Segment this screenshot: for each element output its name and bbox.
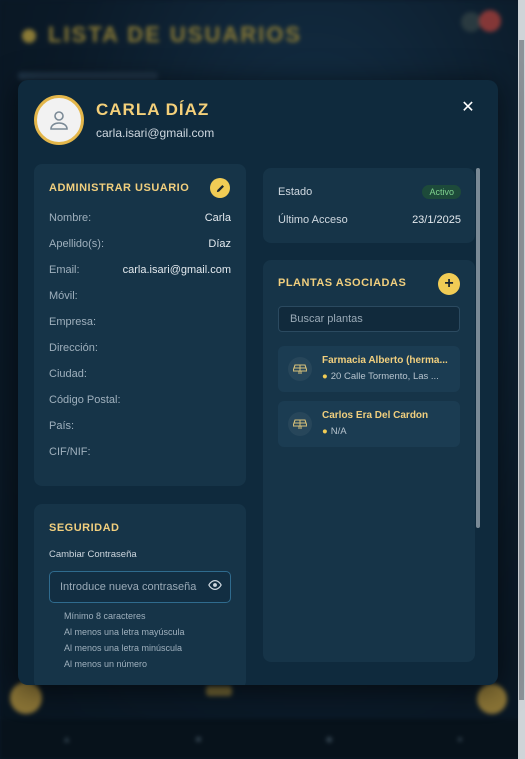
background-fab-left (10, 682, 42, 714)
page-scrollbar[interactable] (518, 0, 525, 759)
field-row-direccion: Dirección: (49, 342, 98, 354)
requirement-item: Al menos un número (64, 659, 148, 669)
plant-list-item[interactable]: Carlos Era Del Cardon ● N/A (278, 401, 460, 447)
field-row-empresa: Empresa: (49, 316, 97, 328)
background-fab-right (477, 684, 507, 714)
field-row-apellidos: Apellido(s): Díaz (49, 238, 231, 250)
field-row-pais: País: (49, 420, 75, 432)
nav-users-icon: ◆ (325, 733, 333, 744)
avatar (34, 95, 84, 145)
plant-address: ● 20 Calle Tormento, Las ... (322, 371, 439, 382)
background-pagination (206, 686, 232, 696)
status-card: Estado Activo Último Acceso 23/1/2025 (263, 168, 475, 243)
admin-title: ADMINISTRAR USUARIO (49, 182, 190, 194)
nav-notifications-icon: ■ (195, 734, 202, 744)
solar-panel-icon (288, 357, 312, 381)
requirement-item: Al menos una letra minúscula (64, 643, 183, 653)
background-title: LISTA DE USUARIOS (22, 22, 302, 48)
plants-title: PLANTAS ASOCIADAS (278, 277, 407, 289)
location-pin-icon: ● (322, 371, 328, 382)
close-button[interactable]: ✕ (458, 98, 478, 118)
plants-card: PLANTAS ASOCIADAS + Farmacia Alberto (he… (263, 260, 475, 662)
eye-icon[interactable] (208, 578, 222, 597)
field-row-email: Email: carla.isari@gmail.com (49, 264, 231, 276)
plant-list-item[interactable]: Farmacia Alberto (herma... ● 20 Calle Tor… (278, 346, 460, 392)
solar-panel-icon (288, 412, 312, 436)
security-card: SEGURIDAD Cambiar Contraseña Mínimo 8 ca… (34, 504, 246, 685)
user-icon (50, 111, 68, 130)
language-flag-icon (479, 10, 501, 32)
pencil-icon (216, 184, 224, 192)
background-subtitle (18, 72, 158, 80)
last-access-value: 23/1/2025 (412, 214, 461, 226)
close-icon: ✕ (461, 99, 475, 116)
field-row-movil: Móvil: (49, 290, 78, 302)
plant-search-input[interactable] (288, 312, 450, 326)
edit-user-button[interactable] (210, 178, 230, 198)
plus-icon: + (444, 275, 454, 292)
background-bottom-nav: ▲ ■ ◆ ● (0, 719, 525, 759)
admin-user-card: ADMINISTRAR USUARIO Nombre: Carla Apellid… (34, 164, 246, 486)
requirement-item: Mínimo 8 caracteres (64, 611, 146, 621)
user-name: CARLA DÍAZ (96, 100, 210, 119)
plant-name: Farmacia Alberto (herma... (322, 355, 448, 366)
user-detail-modal: CARLA DÍAZ carla.isari@gmail.com ✕ ADMIN… (18, 80, 498, 685)
requirement-item: Al menos una letra mayúscula (64, 627, 185, 637)
status-badge: Activo (422, 185, 461, 199)
add-plant-button[interactable]: + (438, 273, 460, 295)
field-row-codigo-postal: Código Postal: (49, 394, 121, 406)
nav-settings-icon: ● (457, 734, 463, 744)
plant-name: Carlos Era Del Cardon (322, 410, 429, 421)
field-row-ciudad: Ciudad: (49, 368, 87, 380)
plant-address: ● N/A (322, 426, 347, 437)
location-pin-icon: ● (322, 426, 328, 437)
last-access-label: Último Acceso (278, 214, 348, 226)
plant-search-field[interactable] (278, 306, 460, 332)
change-password-label: Cambiar Contraseña (49, 549, 137, 560)
modal-scrollbar[interactable] (476, 168, 480, 528)
security-title: SEGURIDAD (49, 522, 120, 534)
field-row-cif-nif: CIF/NIF: (49, 446, 91, 458)
password-input[interactable] (58, 580, 208, 594)
theme-toggle-icon (461, 12, 481, 32)
field-row-nombre: Nombre: Carla (49, 212, 231, 224)
estado-label: Estado (278, 186, 313, 198)
password-field[interactable] (49, 571, 231, 603)
nav-home-icon: ▲ (62, 734, 72, 744)
user-email: carla.isari@gmail.com (96, 126, 215, 140)
